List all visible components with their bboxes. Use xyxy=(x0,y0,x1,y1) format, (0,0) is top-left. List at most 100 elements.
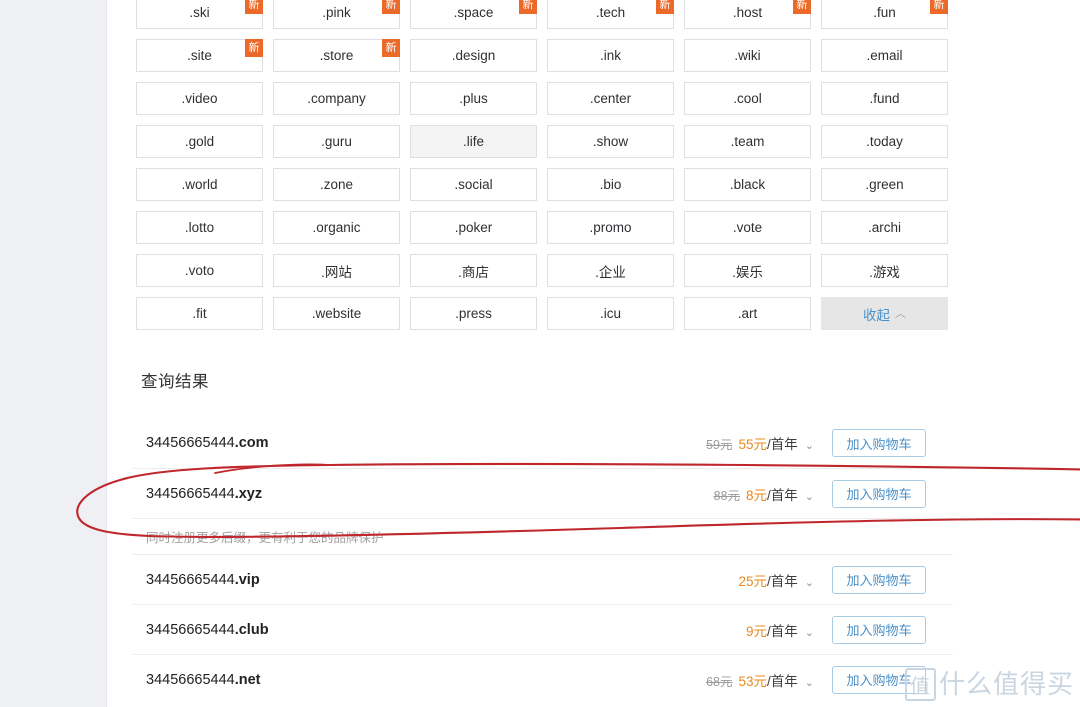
tld-option-ink[interactable]: .ink xyxy=(547,39,674,72)
tld-option-label: .center xyxy=(589,91,632,106)
tld-option-social[interactable]: .social xyxy=(410,168,537,201)
price-unit: /首年 xyxy=(767,673,798,689)
tld-option-lotto[interactable]: .lotto xyxy=(136,211,263,244)
tld-option-label: .网站 xyxy=(321,264,352,280)
tld-option-label: .organic xyxy=(312,220,361,235)
tld-option-plus[interactable]: .plus xyxy=(410,82,537,115)
tld-option-art[interactable]: .art xyxy=(684,297,811,330)
tld-option-娱乐[interactable]: .娱乐 xyxy=(684,254,811,287)
result-domain-name: 34456665444.xyz xyxy=(146,486,262,502)
tld-option-label: .email xyxy=(866,48,903,63)
tld-option-video[interactable]: .video xyxy=(136,82,263,115)
original-price: 59元 xyxy=(706,438,733,452)
original-price: 68元 xyxy=(706,674,733,689)
tld-option-cool[interactable]: .cool xyxy=(684,82,811,115)
domain-tld: .xyz xyxy=(234,485,263,502)
chevron-down-icon[interactable]: ⌄ xyxy=(805,676,814,689)
tld-option-company[interactable]: .company xyxy=(273,82,400,115)
price-unit: /首年 xyxy=(767,487,798,503)
tld-option-promo[interactable]: .promo xyxy=(547,211,674,244)
tld-option-label: .social xyxy=(454,177,493,192)
tld-option-gold[interactable]: .gold xyxy=(136,125,263,158)
tld-option-green[interactable]: .green xyxy=(821,168,948,201)
result-row: 34456665444.xyz 88元 8元/首年 ⌄ 加入购物车 xyxy=(133,468,953,518)
tld-option-label: .娱乐 xyxy=(732,264,763,280)
tld-option-fun[interactable]: .fun 新 xyxy=(821,0,948,29)
result-price: 88元 8元/首年 ⌄ xyxy=(714,484,814,504)
chevron-down-icon[interactable]: ⌄ xyxy=(805,439,814,452)
current-price: 25元 xyxy=(738,573,768,589)
tld-option-ski[interactable]: .ski 新 xyxy=(136,0,263,29)
tld-option-organic[interactable]: .organic xyxy=(273,211,400,244)
tld-option-poker[interactable]: .poker xyxy=(410,211,537,244)
new-badge: 新 xyxy=(245,0,263,14)
tld-option-archi[interactable]: .archi xyxy=(821,211,948,244)
tld-option-host[interactable]: .host 新 xyxy=(684,0,811,29)
original-price: 88元 xyxy=(713,488,740,503)
chevron-down-icon[interactable]: ⌄ xyxy=(805,490,814,503)
tld-option-label: .company xyxy=(307,91,366,106)
tld-option-label: .pink xyxy=(322,5,351,20)
tld-option-pink[interactable]: .pink 新 xyxy=(273,0,400,29)
domain-sld: 34456665444 xyxy=(146,671,235,688)
tld-option-label: .voto xyxy=(184,263,215,278)
new-badge: 新 xyxy=(382,0,400,14)
tld-option-voto[interactable]: .voto xyxy=(136,254,263,287)
chevron-up-icon: ︿ xyxy=(895,307,906,320)
tld-option-label: .fit xyxy=(192,306,207,321)
result-domain-name: 34456665444.club xyxy=(146,622,269,638)
tld-option-icu[interactable]: .icu xyxy=(547,297,674,330)
add-to-cart-button[interactable]: 加入购物车 xyxy=(832,479,926,508)
tld-option-label: .space xyxy=(453,5,494,20)
tld-option-email[interactable]: .email xyxy=(821,39,948,72)
tld-option-website[interactable]: .website xyxy=(273,297,400,330)
page-left-gutter xyxy=(0,0,107,707)
tld-option-商店[interactable]: .商店 xyxy=(410,254,537,287)
tld-option-企业[interactable]: .企业 xyxy=(547,254,674,287)
tld-option-zone[interactable]: .zone xyxy=(273,168,400,201)
tld-option-guru[interactable]: .guru xyxy=(273,125,400,158)
collapse-suffixes-button[interactable]: 收起 ︿ xyxy=(821,297,948,330)
new-badge: 新 xyxy=(930,0,948,14)
add-to-cart-button[interactable]: 加入购物车 xyxy=(832,565,926,594)
tld-option-today[interactable]: .today xyxy=(821,125,948,158)
new-badge: 新 xyxy=(519,0,537,14)
tld-option-fund[interactable]: .fund xyxy=(821,82,948,115)
tld-option-网站[interactable]: .网站 xyxy=(273,254,400,287)
tld-option-label: .icu xyxy=(599,306,621,321)
tld-option-site[interactable]: .site 新 xyxy=(136,39,263,72)
tld-option-游戏[interactable]: .游戏 xyxy=(821,254,948,287)
tld-option-tech[interactable]: .tech 新 xyxy=(547,0,674,29)
tld-option-label: .vote xyxy=(732,220,763,235)
tld-option-black[interactable]: .black xyxy=(684,168,811,201)
tld-option-wiki[interactable]: .wiki xyxy=(684,39,811,72)
tld-option-bio[interactable]: .bio xyxy=(547,168,674,201)
add-to-cart-button[interactable]: 加入购物车 xyxy=(832,665,926,694)
result-row: 34456665444.net 68元 53元/首年 ⌄ 加入购物车 xyxy=(133,654,953,704)
tld-option-label: .游戏 xyxy=(869,264,900,280)
add-to-cart-button[interactable]: 加入购物车 xyxy=(832,615,926,644)
tld-option-label: .promo xyxy=(589,220,632,235)
tld-option-design[interactable]: .design xyxy=(410,39,537,72)
tld-option-press[interactable]: .press xyxy=(410,297,537,330)
tld-option-vote[interactable]: .vote xyxy=(684,211,811,244)
tld-option-label: .black xyxy=(729,177,766,192)
tld-option-center[interactable]: .center xyxy=(547,82,674,115)
new-badge: 新 xyxy=(382,39,400,57)
domain-sld: 34456665444 xyxy=(146,435,235,451)
tld-option-team[interactable]: .team xyxy=(684,125,811,158)
tld-option-fit[interactable]: .fit xyxy=(136,297,263,330)
chevron-down-icon[interactable]: ⌄ xyxy=(805,576,814,589)
current-price: 9元 xyxy=(746,623,768,639)
tld-option-world[interactable]: .world xyxy=(136,168,263,201)
tld-option-life[interactable]: .life xyxy=(410,125,537,158)
tld-option-label: .企业 xyxy=(595,264,626,280)
tld-option-store[interactable]: .store 新 xyxy=(273,39,400,72)
add-to-cart-button[interactable]: 加入购物车 xyxy=(832,429,926,457)
chevron-down-icon[interactable]: ⌄ xyxy=(805,626,814,639)
tld-option-label: .gold xyxy=(184,134,215,149)
result-price: 25元/首年 ⌄ xyxy=(738,570,814,590)
tld-option-label: .video xyxy=(181,91,218,106)
tld-option-show[interactable]: .show xyxy=(547,125,674,158)
tld-option-space[interactable]: .space 新 xyxy=(410,0,537,29)
